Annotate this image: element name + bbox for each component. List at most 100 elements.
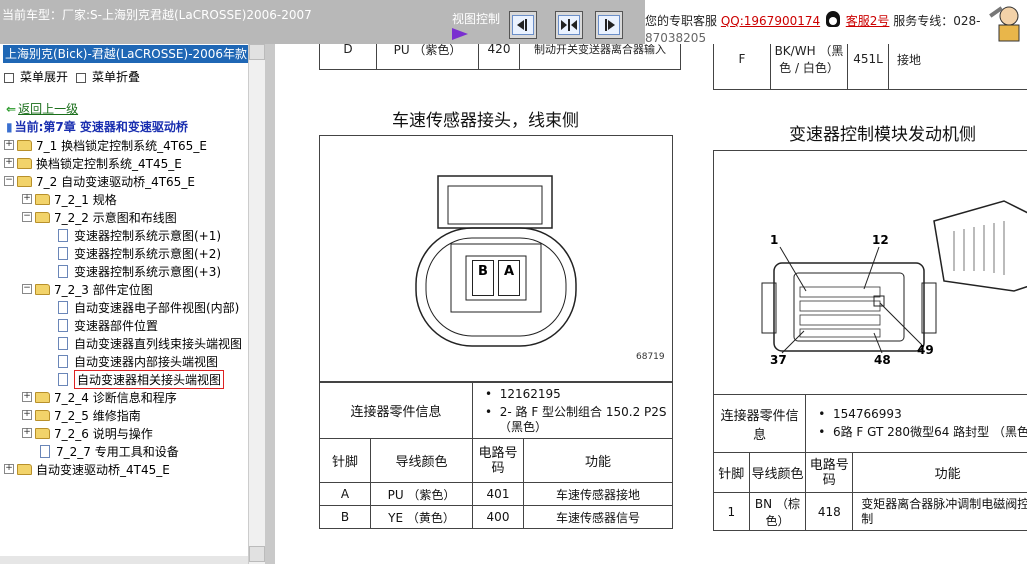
play-icon[interactable]: [452, 28, 468, 40]
document-icon: [58, 300, 68, 314]
mechanic-icon: [989, 6, 1020, 42]
sidebar: 上海别克(Bick)-君越(LaCROSSE)-2006年款 菜单展开 菜单折叠…: [0, 44, 265, 564]
collapse-icon: [76, 72, 86, 83]
back-arrow-icon: ⇐: [6, 102, 17, 116]
current-chapter-label: 当前:第7章 变速器和变速驱动桥: [14, 120, 188, 134]
tree-item[interactable]: 变速器部件位置: [58, 316, 158, 334]
tree-item[interactable]: 自动变速器电子部件视图(内部): [58, 298, 239, 316]
sidebar-horizontal-scrollbar[interactable]: [0, 556, 248, 564]
tree-item[interactable]: − 7_2_3 部件定位图: [22, 280, 153, 298]
current-car-model: 当前车型：厂家:S-上海别克君越(LaCROSSE)2006-2007: [2, 8, 312, 22]
view-left-button[interactable]: [509, 11, 537, 39]
tree-item[interactable]: 变速器控制系统示意图(+1): [58, 226, 221, 244]
tree-item-label: 7_2_2 示意图和布线图: [54, 210, 177, 225]
right-connector-diagram: 1 12 37 48 49 13: [713, 150, 1027, 395]
right-connector-info-table: 连接器零件信息 • 154766993 • 6路 F GT 280微型64 路封…: [712, 394, 1027, 531]
tree-item[interactable]: − 7_2 自动变速驱动桥_4T65_E: [4, 172, 195, 190]
tree-item[interactable]: +7_2_6 说明与操作: [22, 424, 153, 442]
color-cell: YE （黄色）: [370, 505, 473, 529]
pin-label-48: 48: [874, 353, 891, 367]
function-cell: 车速传感器接地: [523, 482, 673, 506]
scroll-up-button[interactable]: [249, 44, 265, 60]
header-circuit: 电路号码: [472, 438, 524, 483]
tree-item-label: 自动变速器内部接头端视图: [74, 354, 219, 369]
sidebar-vertical-scrollbar[interactable]: [248, 44, 266, 564]
expand-plus-icon[interactable]: +: [22, 428, 32, 438]
function-cell: 车速传感器信号: [523, 505, 673, 529]
pin-cell: 1: [713, 492, 750, 531]
tree-item[interactable]: +7_1 换档锁定控制系统_4T65_E: [4, 136, 207, 154]
folder-open-icon: [35, 211, 50, 223]
collapse-minus-icon[interactable]: −: [4, 176, 14, 186]
expand-icon: [4, 72, 14, 83]
circuit-cell: 451L: [847, 44, 889, 90]
pin-cell: F: [713, 44, 771, 90]
tree-item-label: 7_2_7 专用工具和设备: [56, 444, 179, 459]
expand-plus-icon[interactable]: +: [4, 158, 14, 168]
tree-item-label: 自动变速器电子部件视图(内部): [74, 300, 240, 315]
expand-plus-icon[interactable]: +: [4, 464, 14, 474]
tree-item-label: 自动变速器直列线束接头端视图: [74, 336, 243, 351]
menu-expand-label: 菜单展开: [20, 70, 69, 84]
book-icon: ▮: [6, 120, 13, 134]
tree-item[interactable]: 自动变速器内部接头端视图: [58, 352, 218, 370]
menu-collapse[interactable]: 菜单折叠: [76, 68, 140, 85]
service-line: 您的专职客服 QQ:1967900174 客服2号 服务专线：028-: [645, 12, 981, 29]
bullet-item: • 12162195: [485, 386, 561, 401]
tree-item-selected[interactable]: 自动变速器相关接头端视图: [58, 369, 225, 389]
document-icon: [58, 336, 68, 350]
color-cell: BK/WH （黑色 / 白色）: [770, 44, 848, 90]
qq-link[interactable]: QQ:1967900174: [721, 14, 820, 28]
header-row: 针脚 导线颜色 电路号码 功能: [319, 438, 673, 483]
pane-splitter[interactable]: [265, 44, 275, 564]
view-right-button[interactable]: [595, 11, 623, 39]
bullet-item: • 154766993: [818, 407, 902, 421]
tree-item[interactable]: + 自动变速驱动桥_4T45_E: [4, 460, 170, 478]
kefu-link[interactable]: 客服2号: [846, 14, 890, 28]
tree-item[interactable]: 7_2_7 专用工具和设备: [40, 442, 179, 460]
header-color: 导线颜色: [748, 452, 807, 493]
part-number: 12162195: [499, 386, 561, 401]
tree-item[interactable]: +7_2_5 维修指南: [22, 406, 141, 424]
circuit-cell: 401: [472, 482, 524, 506]
expand-plus-icon[interactable]: +: [4, 140, 14, 150]
function-cell: 制动开关变送器离合器输入: [519, 44, 681, 70]
collapse-minus-icon[interactable]: −: [22, 212, 32, 222]
tree-item[interactable]: − 7_2_2 示意图和布线图: [22, 208, 177, 226]
pin-cell: D: [319, 44, 377, 70]
tree-item[interactable]: +7_2_1 规格: [22, 190, 117, 208]
left-section-title: 车速传感器接头，线束侧: [392, 111, 579, 131]
document-icon: [58, 246, 68, 260]
view-center-button[interactable]: [555, 11, 583, 39]
expand-plus-icon[interactable]: +: [22, 392, 32, 402]
document-icon: [58, 372, 68, 386]
color-cell: PU （紫色）: [370, 482, 473, 506]
menu-expand[interactable]: 菜单展开: [4, 68, 68, 85]
tree-item[interactable]: +7_2_4 诊断信息和程序: [22, 388, 177, 406]
left-connector-diagram: B A 68719: [319, 135, 673, 382]
tree-item-label: 变速器部件位置: [74, 318, 159, 333]
pin-b-label: B: [472, 260, 494, 296]
back-label[interactable]: 返回上一级: [18, 102, 78, 116]
tree-item[interactable]: 变速器控制系统示意图(+3): [58, 262, 221, 280]
document-icon: [58, 354, 68, 368]
qq-penguin-icon[interactable]: [826, 11, 840, 27]
service-prefix: 您的专职客服: [645, 14, 718, 28]
tree-item[interactable]: 变速器控制系统示意图(+2): [58, 244, 221, 262]
back-link[interactable]: ⇐ 返回上一级: [6, 100, 78, 117]
expand-plus-icon[interactable]: +: [22, 194, 32, 204]
tree-item-label: 变速器控制系统示意图(+3): [74, 264, 222, 279]
tree-item-label: 7_2_3 部件定位图: [54, 282, 153, 297]
document-icon: [58, 228, 68, 242]
collapse-minus-icon[interactable]: −: [22, 284, 32, 294]
color-cell: BN （棕色）: [748, 492, 807, 531]
hotline-label: 服务专线：028-: [893, 14, 981, 28]
figure-number: 68719: [636, 352, 665, 362]
expand-plus-icon[interactable]: +: [22, 410, 32, 420]
pin-label-12: 12: [872, 233, 889, 247]
folder-icon: [35, 409, 50, 421]
scroll-down-button[interactable]: [249, 546, 265, 562]
tree-item[interactable]: + 换档锁定控制系统_4T45_E: [4, 154, 182, 172]
document-icon: [40, 444, 50, 458]
tree-item[interactable]: 自动变速器直列线束接头端视图: [58, 334, 242, 352]
